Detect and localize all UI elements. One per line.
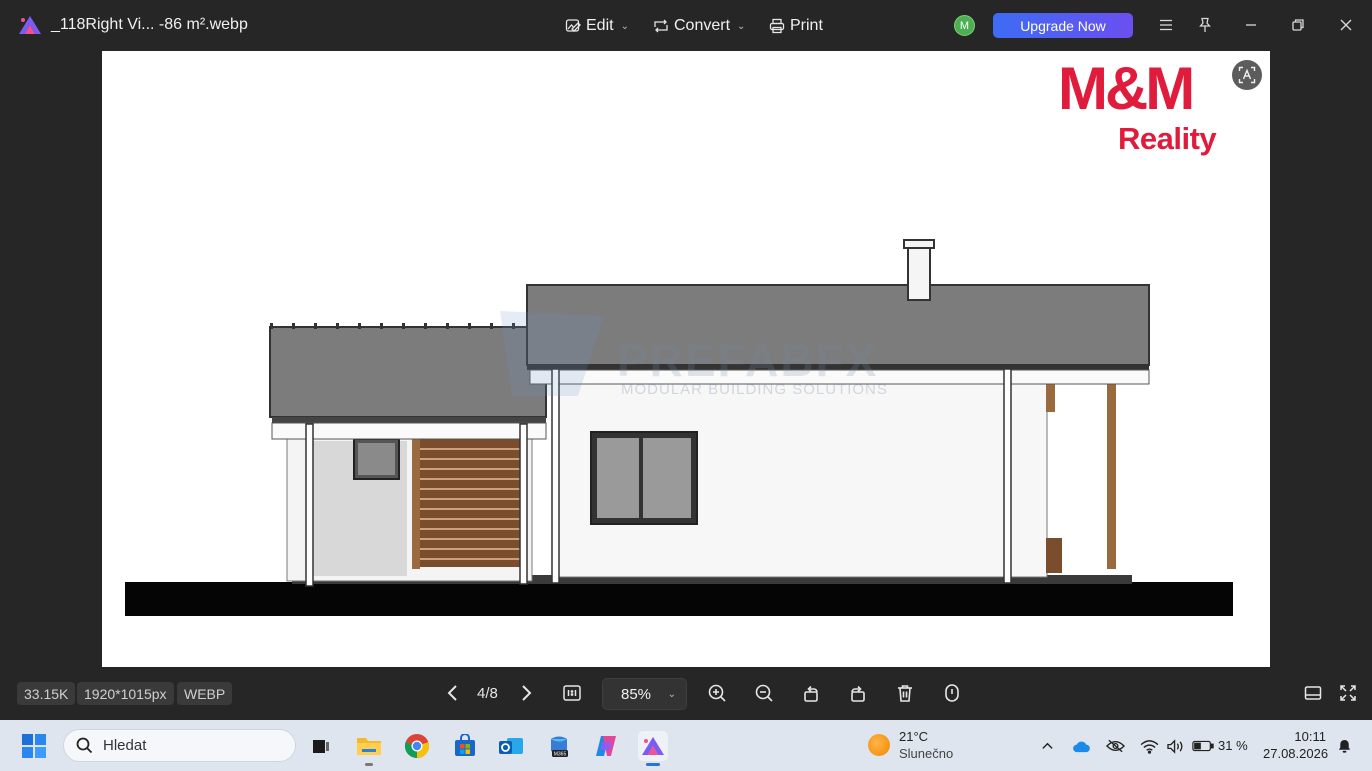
- onedrive-cloud-icon[interactable]: [1070, 735, 1092, 757]
- no-network-eye-icon[interactable]: [1104, 735, 1126, 757]
- rotate-left-button[interactable]: [799, 681, 823, 705]
- page-counter: 4/8: [477, 685, 498, 702]
- sun-icon[interactable]: [868, 734, 890, 756]
- chevron-down-icon: ⌄: [737, 20, 746, 32]
- taskbar-search[interactable]: Hledat: [63, 729, 296, 762]
- task-view-icon: [313, 740, 329, 753]
- windows-taskbar: Hledat M365 21°C Slunečno 31 % 10:11 27.…: [0, 720, 1372, 771]
- actual-size-button[interactable]: [560, 681, 584, 705]
- edit-image-icon: [565, 19, 581, 32]
- hamburger-menu-icon[interactable]: [1155, 14, 1177, 36]
- m365-app[interactable]: M365: [544, 731, 574, 761]
- minimize-icon[interactable]: [1240, 14, 1262, 36]
- chrome-app[interactable]: [402, 731, 432, 761]
- previous-image-button[interactable]: [441, 681, 465, 705]
- zoom-in-icon: [708, 684, 726, 702]
- edit-menu[interactable]: Edit ⌄: [565, 14, 629, 38]
- file-title: _118Right Vi... -86 m².webp: [51, 16, 248, 33]
- next-image-button[interactable]: [514, 681, 538, 705]
- folder-icon: [357, 738, 381, 755]
- file-explorer-app[interactable]: [354, 731, 384, 766]
- restore-icon[interactable]: [1287, 14, 1309, 36]
- brand-logo-reality: Reality: [1118, 121, 1217, 156]
- convert-icon: [654, 19, 668, 33]
- chevron-down-icon: ⌄: [620, 20, 629, 32]
- chevron-right-icon: [522, 685, 532, 701]
- rotate-right-icon: [851, 685, 865, 702]
- text-recognition-icon: [1238, 66, 1256, 84]
- edit-menu-label: Edit: [586, 17, 614, 34]
- running-indicator: [365, 763, 373, 766]
- active-indicator: [646, 763, 660, 766]
- battery-icon[interactable]: [1192, 735, 1214, 757]
- image-canvas[interactable]: PREFABFX MODULAR BUILDING SOLUTIONS M&M …: [102, 51, 1270, 667]
- printer-icon: [769, 18, 785, 34]
- pin-icon[interactable]: [1194, 14, 1216, 36]
- print-menu-label: Print: [790, 17, 823, 34]
- chevron-left-icon: [447, 685, 457, 701]
- zoom-out-icon: [755, 684, 773, 702]
- format-chip: WEBP: [177, 682, 233, 705]
- filmstrip-icon: [1304, 686, 1322, 700]
- outlook-app[interactable]: [496, 731, 526, 761]
- info-button[interactable]: [940, 681, 964, 705]
- outlook-icon: [499, 738, 523, 754]
- image-viewer-app[interactable]: [638, 731, 668, 766]
- rotate-right-button[interactable]: [846, 681, 870, 705]
- fullscreen-button[interactable]: [1336, 681, 1360, 705]
- zoom-select[interactable]: 85% ⌄: [602, 678, 687, 710]
- zoom-value: 85%: [621, 685, 652, 703]
- copilot-app[interactable]: [591, 731, 621, 761]
- tray-overflow-chevron-icon[interactable]: [1036, 735, 1058, 757]
- zoom-in-button[interactable]: [705, 681, 729, 705]
- clock-date[interactable]: 27.08.2026: [1263, 746, 1328, 761]
- convert-menu[interactable]: Convert ⌄: [653, 14, 745, 38]
- print-menu[interactable]: Print: [769, 14, 823, 38]
- clock-time[interactable]: 10:11: [1294, 729, 1326, 744]
- task-view-app[interactable]: [306, 731, 336, 761]
- weather-description[interactable]: Slunečno: [899, 746, 953, 761]
- convert-menu-label: Convert: [674, 17, 731, 34]
- actual-size-icon: [563, 685, 581, 701]
- chrome-icon: [404, 734, 430, 759]
- search-icon: [76, 737, 93, 754]
- brand-logo-mm: M&M: [1058, 55, 1195, 122]
- weather-temperature[interactable]: 21°C: [899, 729, 928, 744]
- svg-text:M365: M365: [554, 752, 567, 758]
- app-logo-icon: [19, 16, 41, 34]
- wifi-icon[interactable]: [1138, 735, 1160, 757]
- notification-bell-icon[interactable]: [1333, 735, 1355, 757]
- thumbnail-strip-button[interactable]: [1301, 681, 1325, 705]
- watermark-sub-text: MODULAR BUILDING SOLUTIONS: [621, 381, 888, 398]
- m365-icon: M365: [551, 736, 568, 758]
- upgrade-now-button[interactable]: Upgrade Now: [993, 13, 1133, 38]
- title-bar: _118Right Vi... -86 m².webp Edit ⌄ Conve…: [0, 0, 1372, 51]
- store-icon: [455, 734, 475, 756]
- dimensions-chip: 1920*1015px: [77, 682, 174, 705]
- watermark-main-text: PREFABFX: [617, 334, 879, 386]
- image-viewer-icon: [642, 737, 664, 755]
- copilot-icon: [596, 736, 616, 756]
- rotate-left-icon: [804, 685, 818, 702]
- volume-icon[interactable]: [1164, 735, 1186, 757]
- close-icon[interactable]: [1335, 14, 1357, 36]
- windows-start-icon[interactable]: [22, 734, 46, 758]
- zoom-out-button[interactable]: [752, 681, 776, 705]
- text-scan-button[interactable]: [1232, 60, 1262, 90]
- fullscreen-icon: [1340, 685, 1356, 701]
- viewer-toolbar: 33.15K 1920*1015px WEBP 4/8 85% ⌄: [0, 667, 1372, 720]
- delete-button[interactable]: [893, 681, 917, 705]
- store-app[interactable]: [450, 731, 480, 761]
- trash-icon: [898, 685, 912, 702]
- file-size-chip: 33.15K: [17, 682, 76, 705]
- chevron-down-icon: ⌄: [667, 688, 676, 700]
- search-placeholder: Hledat: [103, 737, 147, 754]
- user-avatar[interactable]: M: [954, 15, 975, 36]
- battery-percentage[interactable]: 31 %: [1218, 738, 1248, 753]
- info-icon: [945, 684, 959, 702]
